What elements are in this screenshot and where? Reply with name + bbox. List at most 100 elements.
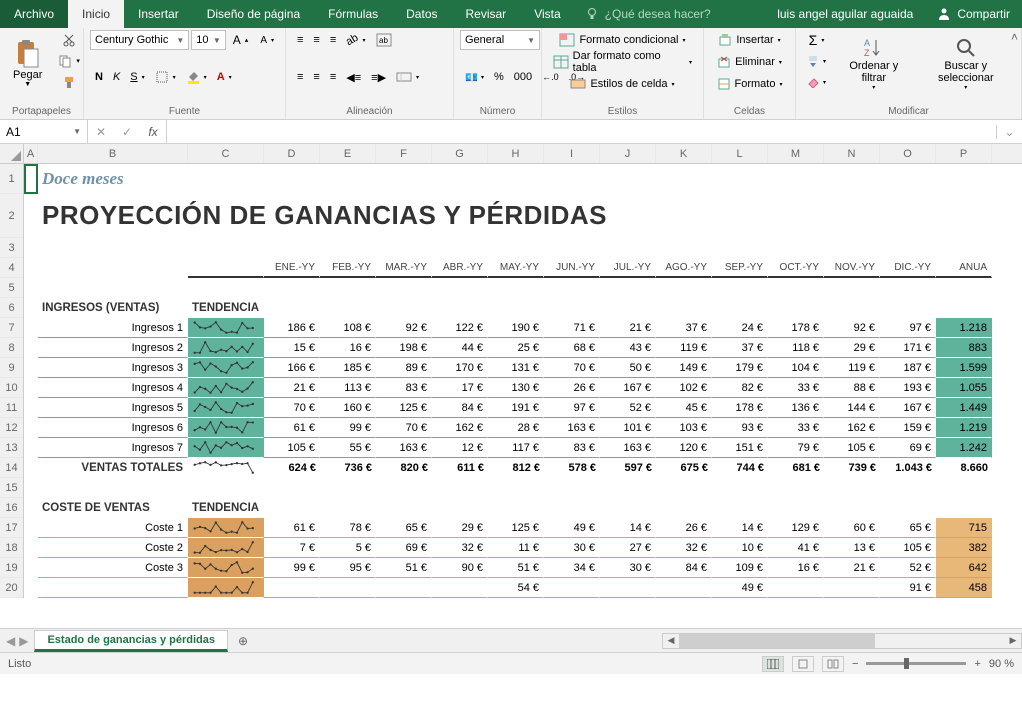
ventas-total-6[interactable]: 597 € [600,458,656,478]
ingreso-4-6[interactable]: 52 € [600,398,656,418]
coste-2-5[interactable]: 34 € [544,558,600,578]
cell[interactable] [24,578,38,598]
ingreso-4-2[interactable]: 125 € [376,398,432,418]
cell[interactable] [24,498,38,518]
cell[interactable] [24,358,38,378]
cell[interactable] [24,398,38,418]
row-header-7[interactable]: 7 [0,318,23,338]
ventas-total-10[interactable]: 739 € [824,458,880,478]
ventas-total-0[interactable]: 624 € [264,458,320,478]
ingreso-0-11[interactable]: 97 € [880,318,936,338]
cell[interactable] [24,258,38,278]
ingreso-6-0[interactable]: 105 € [264,438,320,458]
ingreso-5-1[interactable]: 99 € [320,418,376,438]
wrap-text-button[interactable]: ab [371,30,397,50]
ingreso-total-0[interactable]: 1.218 [936,318,992,338]
copy-button[interactable]: ▾ [53,51,85,71]
orientation-button[interactable]: ab▾ [341,30,370,50]
format-table-button[interactable]: Dar formato como tabla▾ [548,52,697,72]
coste-0-9[interactable]: 129 € [768,518,824,538]
ventas-total-4[interactable]: 812 € [488,458,544,478]
ventas-total-1[interactable]: 736 € [320,458,376,478]
number-format-combo[interactable]: General▼ [460,30,540,50]
tab-review[interactable]: Revisar [452,0,521,28]
coste-3-3[interactable] [432,578,488,598]
col-header-O[interactable]: O [880,144,936,163]
coste-total-2[interactable]: 642 [936,558,992,578]
ventas-total-3[interactable]: 611 € [432,458,488,478]
col-header-C[interactable]: C [188,144,264,163]
col-header-K[interactable]: K [656,144,712,163]
cell[interactable] [24,458,38,478]
ingreso-total-3[interactable]: 1.055 [936,378,992,398]
format-cells-button[interactable]: Formato▾ [710,74,789,94]
ingreso-4-7[interactable]: 45 € [656,398,712,418]
cell[interactable] [24,298,38,318]
ventas-total-11[interactable]: 1.043 € [880,458,936,478]
tab-formulas[interactable]: Fórmulas [314,0,392,28]
col-header-B[interactable]: B [38,144,188,163]
ingreso-6-5[interactable]: 83 € [544,438,600,458]
ingreso-3-6[interactable]: 167 € [600,378,656,398]
coste-1-5[interactable]: 30 € [544,538,600,558]
coste-3-8[interactable]: 49 € [712,578,768,598]
coste-1-0[interactable]: 7 € [264,538,320,558]
coste-0-4[interactable]: 125 € [488,518,544,538]
cell[interactable] [24,194,38,238]
ingreso-5-6[interactable]: 101 € [600,418,656,438]
coste-2-8[interactable]: 109 € [712,558,768,578]
ingreso-total-1[interactable]: 883 [936,338,992,358]
ingreso-0-7[interactable]: 37 € [656,318,712,338]
fill-color-button[interactable]: ▾ [181,67,212,87]
name-box-input[interactable] [6,125,66,139]
name-box[interactable]: ▼ [0,120,88,143]
coste-2-6[interactable]: 30 € [600,558,656,578]
ingreso-3-10[interactable]: 88 € [824,378,880,398]
ingreso-2-11[interactable]: 187 € [880,358,936,378]
coste-1-7[interactable]: 32 € [656,538,712,558]
col-header-P[interactable]: P [936,144,992,163]
italic-button[interactable]: K [108,67,125,87]
ventas-total-anual[interactable]: 8.660 [936,458,992,478]
tab-data[interactable]: Datos [392,0,451,28]
fill-button[interactable]: ▾ [802,51,831,71]
bold-button[interactable]: N [90,67,108,87]
coste-2-3[interactable]: 90 € [432,558,488,578]
add-sheet-button[interactable]: ⊕ [228,634,258,648]
ingreso-1-9[interactable]: 118 € [768,338,824,358]
increase-indent-button[interactable]: ≡▶ [366,67,391,87]
coste-1-6[interactable]: 27 € [600,538,656,558]
ingreso-0-5[interactable]: 71 € [544,318,600,338]
zoom-slider[interactable] [866,662,966,665]
autosum-button[interactable]: Σ▾ [802,30,831,50]
ingreso-1-1[interactable]: 16 € [320,338,376,358]
scroll-thumb[interactable] [679,634,875,648]
coste-0-3[interactable]: 29 € [432,518,488,538]
merge-button[interactable]: ▾ [391,67,424,87]
ingreso-0-0[interactable]: 186 € [264,318,320,338]
ingreso-1-10[interactable]: 29 € [824,338,880,358]
expand-formula-icon[interactable]: ⌄ [996,125,1022,139]
align-top-button[interactable]: ≡ [292,30,308,50]
coste-3-7[interactable] [656,578,712,598]
row-header-13[interactable]: 13 [0,438,23,458]
paste-button[interactable]: Pegar ▼ [6,30,49,96]
cell[interactable] [24,278,1022,298]
decrease-indent-button[interactable]: ◀≡ [341,67,366,87]
tell-me[interactable]: ¿Qué desea hacer? [575,0,766,28]
ingreso-3-11[interactable]: 193 € [880,378,936,398]
col-header-E[interactable]: E [320,144,376,163]
row-header-16[interactable]: 16 [0,498,23,518]
font-name-combo[interactable]: Century Gothic▼ [90,30,189,50]
percent-button[interactable]: % [489,67,509,87]
ingreso-4-1[interactable]: 160 € [320,398,376,418]
ingreso-5-10[interactable]: 162 € [824,418,880,438]
ingreso-5-0[interactable]: 61 € [264,418,320,438]
cell[interactable] [24,238,1022,258]
ingreso-6-11[interactable]: 69 € [880,438,936,458]
tab-view[interactable]: Vista [520,0,574,28]
align-center-button[interactable]: ≡ [308,67,324,87]
cell[interactable] [24,478,1022,498]
ingreso-3-5[interactable]: 26 € [544,378,600,398]
cell[interactable] [24,538,38,558]
